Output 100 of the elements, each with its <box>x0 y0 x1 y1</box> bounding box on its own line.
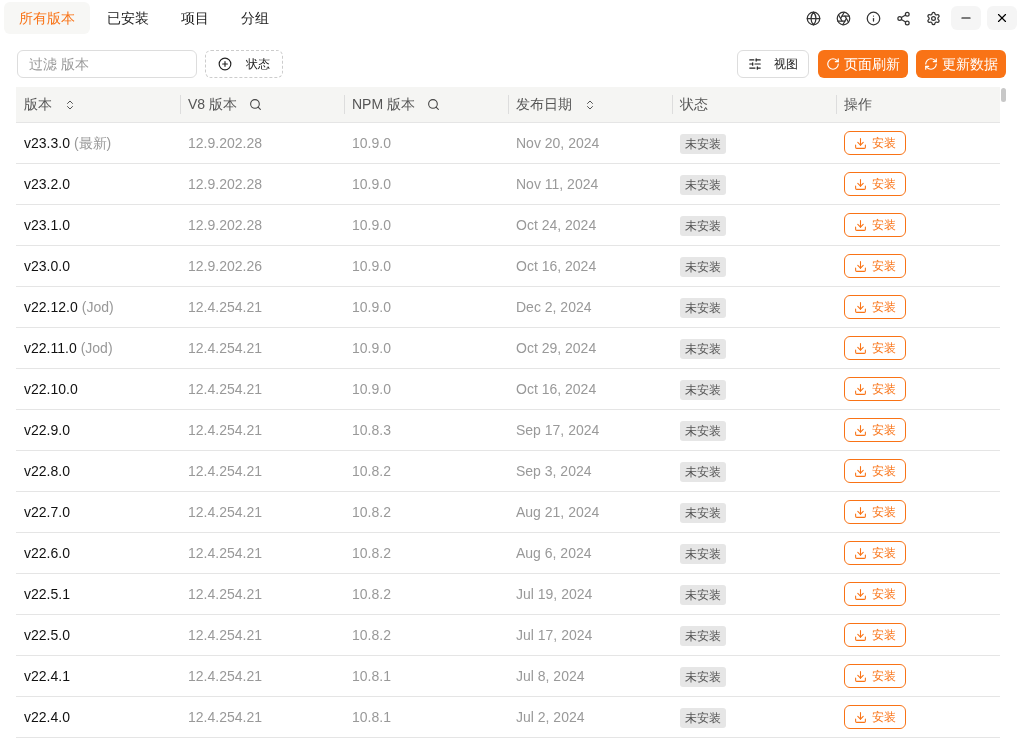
table-cell: 10.8.2 <box>352 462 391 479</box>
version-tag: (最新) <box>73 132 112 154</box>
status-badge: 未安装 <box>680 543 726 564</box>
table-cell: 10.8.2 <box>352 503 391 520</box>
install-button[interactable]: 安装 <box>844 541 906 565</box>
download-icon <box>854 669 867 683</box>
version-cell-text: v23.3.0 <box>24 133 70 153</box>
column-header: V8 版本 <box>188 95 237 114</box>
info-icon[interactable] <box>866 10 881 26</box>
download-icon <box>854 546 867 560</box>
minimize-button[interactable] <box>951 6 981 30</box>
version-cell-text: v23.0.0 <box>24 256 70 276</box>
update-data-button[interactable]: 更新数据 <box>916 50 1006 78</box>
search-icon[interactable] <box>427 98 440 111</box>
table-cell: 10.8.3 <box>352 421 391 438</box>
install-button[interactable]: 安装 <box>844 336 906 360</box>
install-button[interactable]: 安装 <box>844 623 906 647</box>
aperture-icon[interactable] <box>836 10 851 26</box>
table-cell: Dec 2, 2024 <box>516 298 592 315</box>
table-cell: 12.4.254.21 <box>188 421 262 438</box>
status-badge: 未安装 <box>680 707 726 728</box>
settings-icon[interactable] <box>926 10 941 26</box>
close-icon <box>995 11 1009 25</box>
column-header: 发布日期 <box>516 95 572 114</box>
version-cell-text: v22.5.0 <box>24 625 70 645</box>
search-icon[interactable] <box>249 98 262 111</box>
download-icon <box>854 259 867 273</box>
table-cell: 10.8.2 <box>352 585 391 602</box>
filter-field[interactable]: 过滤 版本 <box>17 50 197 78</box>
install-button[interactable]: 安装 <box>844 295 906 319</box>
install-button[interactable]: 安装 <box>844 664 906 688</box>
table-cell: 10.9.0 <box>352 175 391 192</box>
status-badge: 未安装 <box>680 174 726 195</box>
version-cell-text: v22.12.0 <box>24 297 78 317</box>
table-cell: 12.4.254.21 <box>188 380 262 397</box>
table-cell: 10.9.0 <box>352 298 391 315</box>
table-cell: Sep 17, 2024 <box>516 421 600 438</box>
install-button[interactable]: 安装 <box>844 131 906 155</box>
version-tag: (Jod) <box>80 337 113 359</box>
table-cell: Jul 8, 2024 <box>516 667 585 684</box>
table-cell: 10.8.1 <box>352 708 391 725</box>
install-button[interactable]: 安装 <box>844 418 906 442</box>
sort-icon[interactable] <box>584 98 596 111</box>
status-badge: 未安装 <box>680 420 726 441</box>
table-cell: 10.9.0 <box>352 339 391 356</box>
version-cell-text: v23.1.0 <box>24 215 70 235</box>
install-button[interactable]: 安装 <box>844 172 906 196</box>
table-cell: 12.4.254.21 <box>188 298 262 315</box>
install-button[interactable]: 安装 <box>844 377 906 401</box>
table-cell: Nov 20, 2024 <box>516 134 600 151</box>
status-badge: 未安装 <box>680 625 726 646</box>
table-cell: Aug 21, 2024 <box>516 503 600 520</box>
download-icon <box>854 628 867 642</box>
globe-icon[interactable] <box>806 10 821 26</box>
table-cell: Jul 19, 2024 <box>516 585 593 602</box>
nav-tab[interactable]: 分组 <box>226 2 284 34</box>
install-button[interactable]: 安装 <box>844 213 906 237</box>
version-cell-text: v22.8.0 <box>24 461 70 481</box>
nav-tab[interactable]: 已安装 <box>92 2 164 34</box>
nav-tab[interactable]: 项目 <box>166 2 224 34</box>
download-icon <box>854 136 867 150</box>
refresh-icon <box>826 57 840 71</box>
table-cell: 10.8.1 <box>352 667 391 684</box>
table-cell: 10.9.0 <box>352 216 391 233</box>
install-button[interactable]: 安装 <box>844 705 906 729</box>
plus-circle-icon <box>218 57 232 71</box>
refresh-page-button[interactable]: 页面刷新 <box>818 50 908 78</box>
table-cell: Oct 16, 2024 <box>516 380 597 397</box>
table-cell: Jul 2, 2024 <box>516 708 585 725</box>
version-tag: (Jod) <box>81 296 114 318</box>
install-button[interactable]: 安装 <box>844 500 906 524</box>
sync-icon <box>924 57 938 71</box>
install-button[interactable]: 安装 <box>844 582 906 606</box>
sort-icon[interactable] <box>64 98 76 111</box>
table-cell: Nov 11, 2024 <box>516 175 599 192</box>
table-cell: 12.9.202.28 <box>188 134 262 151</box>
install-button[interactable]: 安装 <box>844 254 906 278</box>
version-cell-text: v22.6.0 <box>24 543 70 563</box>
status-badge: 未安装 <box>680 502 726 523</box>
table-cell: 12.4.254.21 <box>188 503 262 520</box>
version-cell-text: v22.11.0 <box>24 338 77 358</box>
download-icon <box>854 464 867 478</box>
status-badge: 未安装 <box>680 215 726 236</box>
table-cell: 12.4.254.21 <box>188 339 262 356</box>
status-badge: 未安装 <box>680 584 726 605</box>
download-icon <box>854 300 867 314</box>
close-button[interactable] <box>987 6 1017 30</box>
status-badge: 未安装 <box>680 666 726 687</box>
column-header: 操作 <box>844 95 872 114</box>
status-filter-button[interactable]: 状态 <box>205 50 283 78</box>
nav-tab[interactable]: 所有版本 <box>4 2 90 34</box>
view-button[interactable]: 视图 <box>737 50 809 78</box>
install-button[interactable]: 安装 <box>844 459 906 483</box>
status-badge: 未安装 <box>680 379 726 400</box>
table-cell: 12.9.202.28 <box>188 175 262 192</box>
table-cell: Aug 6, 2024 <box>516 544 592 561</box>
table-cell: 10.8.2 <box>352 626 391 643</box>
share-icon[interactable] <box>896 10 911 26</box>
download-icon <box>854 710 867 724</box>
scrollbar-thumb[interactable] <box>1001 88 1006 102</box>
